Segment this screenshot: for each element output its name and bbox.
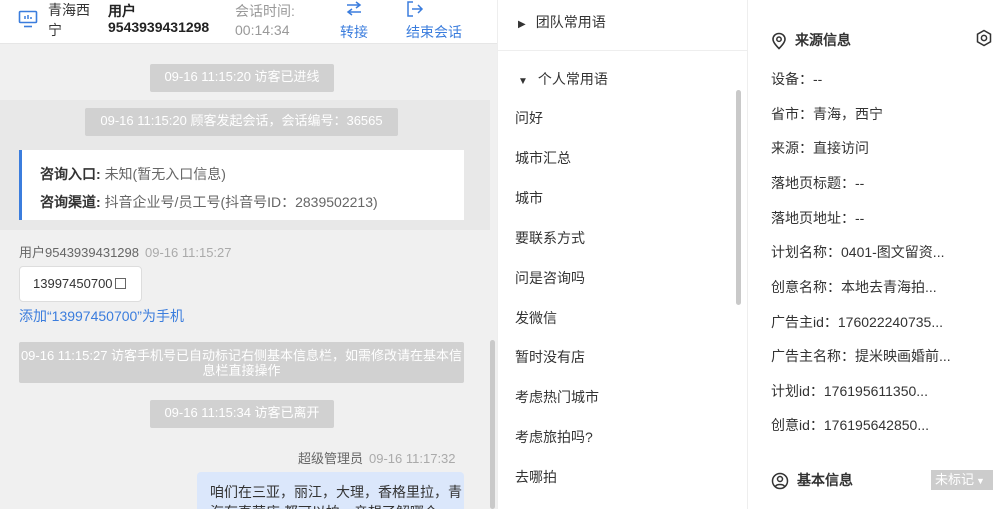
phrase-item[interactable]: 去哪拍 bbox=[515, 467, 557, 487]
caret-down-icon: ▼ bbox=[518, 76, 528, 87]
end-session-label: 结束会话 bbox=[406, 24, 462, 40]
monitor-icon bbox=[18, 10, 38, 28]
source-channel: 来源：直接访问 bbox=[771, 140, 869, 156]
location-pin-icon bbox=[772, 32, 786, 50]
source-region: 省市：青海，西宁 bbox=[771, 106, 883, 122]
phrase-item[interactable]: 城市汇总 bbox=[515, 148, 571, 168]
source-device: 设备：-- bbox=[771, 71, 823, 87]
visitor-info-panel: 来源信息 设备：-- 省市：青海，西宁 来源：直接访问 落地页标题：-- 落地页… bbox=[749, 0, 1002, 509]
session-time-label: 会话时间: bbox=[235, 3, 295, 19]
session-time-value: 00:14:34 bbox=[235, 22, 290, 38]
copy-icon[interactable] bbox=[114, 278, 126, 289]
basic-info-title: 基本信息 bbox=[797, 472, 853, 488]
visitor-phone-bubble: 13997450700 bbox=[19, 266, 142, 302]
system-message: 09-16 11:15:34 访客已离开 bbox=[150, 400, 334, 428]
team-phrases-label: 团队常用语 bbox=[535, 14, 606, 30]
agent-time: 09-16 11:17:32 bbox=[369, 451, 456, 466]
system-message: 09-16 11:15:20 顾客发起会话，会话编号：36565 bbox=[85, 108, 398, 136]
phrases-scrollbar[interactable] bbox=[736, 90, 741, 305]
consult-info-card: 咨询入口: 未知(暂无入口信息) 咨询渠道: 抖音企业号/员工号(抖音号ID：2… bbox=[19, 150, 464, 220]
visitor-name: 用户9543939431298 bbox=[19, 245, 139, 260]
phrase-item[interactable]: 考虑旅拍吗? bbox=[515, 427, 593, 447]
visitor-location: 青海西宁 bbox=[48, 2, 90, 38]
divider bbox=[498, 50, 748, 51]
visitor-message-meta: 用户9543939431298 09-16 11:15:27 bbox=[19, 242, 232, 261]
phrase-item[interactable]: 暂时没有店 bbox=[515, 347, 585, 367]
phrase-item[interactable]: 城市 bbox=[515, 188, 543, 208]
source-creative-name: 创意名称：本地去青海拍... bbox=[771, 279, 937, 295]
tag-dropdown[interactable]: 未标记 ▼ bbox=[931, 470, 993, 490]
visitor-phone: 13997450700 bbox=[33, 276, 113, 291]
system-message: 09-16 11:15:20 访客已进线 bbox=[150, 64, 334, 92]
basic-info-heading: 基本信息 bbox=[771, 470, 853, 490]
visitor-user-title: 用户9543939431298 bbox=[108, 3, 210, 35]
exit-icon bbox=[407, 1, 424, 17]
transfer-icon bbox=[346, 1, 362, 16]
source-advertiser-name: 广告主名称：提米映画婚前... bbox=[771, 348, 951, 364]
transfer-label: 转接 bbox=[340, 24, 368, 40]
team-phrases-group[interactable]: ▶ 团队常用语 bbox=[518, 12, 606, 32]
add-phone-link[interactable]: 添加“13997450700”为手机 bbox=[19, 306, 184, 326]
source-landing-title: 落地页标题：-- bbox=[771, 175, 865, 191]
consult-channel-row: 咨询渠道: 抖音企业号/员工号(抖音号ID：2839502213) bbox=[40, 188, 464, 216]
source-plan-id: 计划id：176195611350... bbox=[771, 383, 928, 399]
system-message: 09-16 11:15:27 访客手机号已自动标记右侧基本信息栏，如需修改请在基… bbox=[19, 342, 464, 383]
chat-header: 青海西宁 用户9543939431298 会话时间: 00:14:34 转接 结… bbox=[0, 0, 497, 44]
phrase-item[interactable]: 要联系方式 bbox=[515, 228, 585, 248]
personal-phrases-group[interactable]: ▼ 个人常用语 bbox=[518, 69, 608, 89]
source-advertiser-id: 广告主id：176022240735... bbox=[771, 314, 943, 330]
consult-channel-value: 抖音企业号/员工号(抖音号ID：2839502213) bbox=[104, 194, 378, 210]
source-info-title: 来源信息 bbox=[795, 32, 851, 48]
consult-channel-label: 咨询渠道: bbox=[40, 194, 101, 210]
source-info-heading: 来源信息 bbox=[771, 30, 851, 50]
consult-entry-row: 咨询入口: 未知(暂无入口信息) bbox=[40, 160, 464, 188]
source-creative-id: 创意id：176195642850... bbox=[771, 417, 929, 433]
agent-name: 超级管理员 bbox=[298, 451, 364, 466]
personal-phrases-label: 个人常用语 bbox=[537, 71, 608, 87]
consult-entry-value: 未知(暂无入口信息) bbox=[104, 166, 226, 182]
user-circle-icon bbox=[771, 473, 789, 490]
settings-icon[interactable] bbox=[975, 29, 993, 47]
phrase-item[interactable]: 问是咨询吗 bbox=[515, 268, 585, 288]
visitor-time: 09-16 11:15:27 bbox=[145, 245, 232, 260]
tag-dropdown-label: 未标记 bbox=[935, 472, 975, 487]
phrase-item[interactable]: 考虑热门城市 bbox=[515, 387, 599, 407]
phrase-item[interactable]: 发微信 bbox=[515, 308, 557, 328]
consult-entry-label: 咨询入口: bbox=[40, 166, 101, 182]
phrase-item[interactable]: 问好 bbox=[515, 108, 543, 128]
transfer-button[interactable]: 转接 bbox=[340, 0, 368, 42]
chat-scrollbar[interactable] bbox=[490, 340, 495, 509]
source-plan-name: 计划名称：0401-图文留资... bbox=[771, 244, 945, 260]
chevron-down-icon: ▼ bbox=[976, 476, 985, 486]
caret-right-icon: ▶ bbox=[518, 19, 526, 30]
agent-message-bubble: 咱们在三亚，丽江，大理，香格里拉，青海有直营店 都可以拍，亲想了解哪个 bbox=[197, 472, 464, 509]
quick-phrases-panel: ▶ 团队常用语 ▼ 个人常用语 问好 城市汇总 城市 要联系方式 问是咨询吗 发微信… bbox=[497, 0, 748, 509]
chat-panel: 09-16 11:15:20 访客已进线 09-16 11:15:20 顾客发起… bbox=[0, 0, 497, 509]
end-session-button[interactable]: 结束会话 bbox=[406, 0, 462, 42]
agent-message-meta: 超级管理员 09-16 11:17:32 bbox=[298, 448, 456, 467]
source-landing-url: 落地页地址：-- bbox=[771, 210, 865, 226]
